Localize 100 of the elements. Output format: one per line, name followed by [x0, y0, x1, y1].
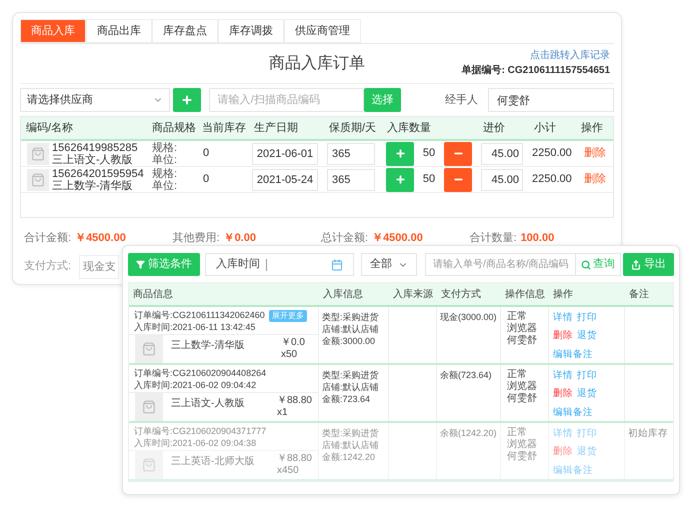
- plus-icon: [394, 148, 406, 159]
- plus-icon: [181, 94, 193, 106]
- action-link[interactable]: 编辑备注: [553, 406, 593, 420]
- price-input[interactable]: 45.00: [481, 142, 523, 164]
- scan-input[interactable]: 请输入/扫描商品编码: [208, 88, 364, 112]
- add-supplier-button[interactable]: [173, 88, 201, 112]
- summary-label: 总计金额:: [321, 230, 368, 246]
- delete-link[interactable]: 删除: [553, 329, 573, 344]
- handler-input[interactable]: 何雯舒: [488, 88, 614, 112]
- shelf-life-input[interactable]: 365: [327, 168, 375, 190]
- payment-label: 支付方式:: [24, 258, 72, 274]
- price-input[interactable]: 45.00: [481, 168, 523, 190]
- stock-value: 0: [203, 173, 210, 186]
- operator-info-line: 何雯舒: [507, 335, 538, 347]
- stock-value: 0: [203, 147, 210, 160]
- action-link[interactable]: 退货: [577, 329, 597, 344]
- action-link[interactable]: 退货: [577, 387, 597, 402]
- product-code: 156264201595954: [52, 168, 144, 180]
- increase-button[interactable]: [386, 142, 414, 166]
- increase-button[interactable]: [386, 168, 414, 192]
- tab[interactable]: 商品出库: [86, 19, 152, 43]
- supplier-select[interactable]: 请选择供应商: [20, 88, 170, 112]
- search-button[interactable]: 查询: [576, 253, 621, 276]
- tab[interactable]: 供应商管理: [284, 19, 361, 43]
- action-link[interactable]: 详情: [553, 311, 573, 326]
- product-name: 三上数学-清华版: [171, 338, 246, 353]
- filter-button[interactable]: 筛选条件: [128, 253, 200, 276]
- entry-info-line: 类型:采购进货: [322, 369, 379, 381]
- spec-label: 规格:: [152, 168, 178, 180]
- operator-info-line: 正常: [507, 311, 528, 322]
- column-header: 备注: [629, 288, 649, 300]
- column-header: 进价: [483, 122, 505, 134]
- delete-link[interactable]: 删除: [584, 173, 606, 186]
- product-name: 三上数学-清华版: [52, 180, 134, 192]
- tab[interactable]: 库存盘点: [152, 19, 218, 43]
- search-icon: [581, 260, 591, 270]
- column-header: 商品规格: [152, 122, 196, 134]
- shelf-life-input[interactable]: 365: [327, 142, 375, 164]
- column-header: 小计: [534, 122, 556, 134]
- expand-more-button[interactable]: 展开更多: [268, 310, 307, 322]
- decrease-button[interactable]: [444, 142, 472, 166]
- production-date-input[interactable]: 2021-05-24: [252, 168, 318, 190]
- entry-info-line: 金额:723.64: [322, 393, 370, 405]
- status-select[interactable]: 全部: [361, 253, 417, 276]
- plus-icon: [394, 174, 406, 185]
- action-link[interactable]: 编辑备注: [553, 348, 593, 362]
- column-header: 保质期/天: [329, 122, 376, 134]
- handler-label: 经手人: [445, 92, 478, 108]
- export-button[interactable]: 导出: [623, 253, 674, 276]
- search-input[interactable]: 请输入单号/商品名称/商品编码: [425, 253, 576, 276]
- date-filter-field[interactable]: 入库时间: [205, 253, 354, 276]
- note-text: 初始库存: [628, 428, 668, 439]
- entry-info-line: 金额:3000.00: [322, 335, 376, 347]
- entry-info-line: 类型:采购进货: [322, 311, 379, 323]
- subtotal-value: 2250.00: [532, 173, 572, 186]
- column-header: 商品信息: [133, 288, 173, 300]
- column-header: 入库数量: [387, 122, 431, 134]
- tab[interactable]: 库存调拨: [218, 19, 284, 43]
- payment-method: 余额(723.64): [440, 370, 492, 380]
- delete-link[interactable]: 删除: [553, 445, 573, 460]
- summary-label: 合计数量:: [470, 231, 517, 246]
- product-price: ￥0.0: [281, 337, 305, 349]
- record-link[interactable]: 点击跳转入库记录: [530, 48, 610, 63]
- production-date-input[interactable]: 2021-06-01: [252, 142, 318, 164]
- unit-label: 单位:: [152, 180, 178, 192]
- delete-link[interactable]: 删除: [584, 147, 606, 160]
- form-title: 商品入库订单: [269, 54, 365, 74]
- bag-icon: [135, 451, 163, 479]
- action-link[interactable]: 打印: [577, 369, 597, 384]
- action-link[interactable]: 详情: [553, 427, 573, 442]
- operator-info-line: 浏览器: [507, 381, 538, 393]
- entry-info-line: 类型:采购进货: [322, 427, 379, 439]
- action-link[interactable]: 退货: [577, 445, 597, 460]
- entry-info-line: 金额:1242.20: [322, 451, 376, 463]
- column-header: 入库来源: [393, 288, 433, 300]
- product-quantity: x450: [276, 465, 300, 477]
- payment-method: 余额(1242.20): [440, 428, 497, 438]
- document-number: 单据编号: CG2106111157554651: [462, 64, 610, 78]
- entry-info-line: 店铺:默认店铺: [322, 381, 379, 393]
- column-header: 当前库存: [202, 122, 246, 134]
- action-link[interactable]: 打印: [577, 427, 597, 442]
- order-number: 订单编号:CG2106020904371777: [134, 425, 266, 437]
- choose-button[interactable]: 选择: [364, 88, 401, 112]
- summary-value: 100.00: [520, 231, 554, 246]
- decrease-button[interactable]: [444, 168, 472, 192]
- action-link[interactable]: 详情: [553, 369, 573, 384]
- delete-link[interactable]: 删除: [553, 387, 573, 402]
- tab[interactable]: 商品入库: [20, 19, 86, 43]
- entry-time: 入库时间:2021-06-02 09:04:38: [134, 437, 258, 449]
- product-code: 15626419985285: [52, 142, 138, 154]
- product-price: ￥88.80: [276, 453, 312, 465]
- spec-label: 规格:: [152, 142, 178, 154]
- action-link[interactable]: 编辑备注: [553, 464, 593, 478]
- operator-info-line: 浏览器: [507, 439, 538, 451]
- action-link[interactable]: 打印: [577, 311, 597, 326]
- column-header: 操作: [553, 288, 573, 300]
- column-header: 操作信息: [505, 288, 545, 300]
- order-number: 订单编号:CG2106111342062460: [134, 309, 265, 321]
- operator-info-line: 浏览器: [507, 323, 538, 335]
- product-price: ￥88.80: [276, 395, 312, 407]
